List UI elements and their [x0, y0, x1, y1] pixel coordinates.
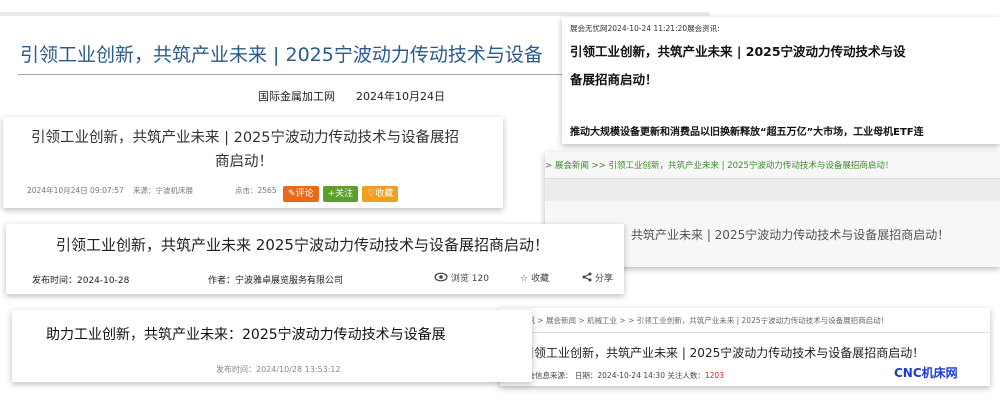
meta-info: 展会信息来源： 日期：2024-10-24 14:30 关注人数： [520, 371, 705, 380]
share-label: 分享 [594, 274, 613, 284]
publish-date: 2024年10月24日 [356, 90, 445, 103]
favorite-action[interactable]: ☆ 收藏 [520, 271, 549, 284]
comment-button[interactable]: ✎评论 [283, 186, 319, 202]
news-header: 展会无忧网2024-10-24 11:21:20展会资讯: [570, 24, 720, 33]
gray-band [545, 179, 1000, 201]
article-card-metalworking: 引领工业创新，共筑产业未来 | 2025宁波动力传动技术与设备 国际金属加工网 … [0, 20, 590, 112]
article-card-zhuli: 助力工业创新，共筑产业未来：2025宁波动力传动技术与设备展 发布时间：2024… [12, 310, 532, 382]
article-title[interactable]: 动！，共筑产业未来 | 2025宁波动力传动技术与设备展招商启动！ [595, 226, 949, 243]
breadcrumb[interactable]: > 展会新闻 >> 引领工业创新，共筑产业未来 | 2025宁波动力传动技术与设… [545, 159, 893, 171]
article-card-cnc: | 展会快讯 > 展会新闻 > 机械工业 > > 引领工业创新，共筑产业未来 |… [500, 308, 990, 386]
views-count: 浏览 120 [450, 274, 489, 284]
heart-icon: ♡ [367, 189, 376, 199]
author: 作者：宁波雅卓展览服务有限公司 [208, 276, 344, 286]
breadcrumb[interactable]: | 展会快讯 > 展会新闻 > 机械工业 > > 引领工业创新，共筑产业未来 |… [500, 315, 888, 326]
article-title[interactable]: 引领工业创新，共筑产业未来 | 2025宁波动力传动技术与设备展招商启动！ [522, 344, 924, 361]
article-card-ningbo-expo: 引领工业创新，共筑产业未来 | 2025宁波动力传动技术与设备展招 商启动！ 2… [3, 117, 503, 208]
article-title-line1[interactable]: 引领工业创新，共筑产业未来 | 2025宁波动力传动技术与设备展招 [31, 126, 459, 147]
plus-icon: + [327, 189, 336, 199]
click-count: 点击：2565 [235, 186, 277, 195]
publish-time: 发布时间：2024-10-28 [32, 276, 130, 286]
article-title[interactable]: 引领工业创新，共筑产业未来 2025宁波动力传动技术与设备展招商启动！ [56, 234, 549, 255]
views: 浏览 120 [434, 271, 489, 285]
article-title[interactable]: 助力工业创新，共筑产业未来：2025宁波动力传动技术与设备展 [46, 324, 446, 344]
article-title-line2[interactable]: 商启动！ [215, 150, 273, 171]
eye-icon [434, 272, 448, 285]
publish-date: 2024年10月24日 09:07:57 [27, 186, 124, 195]
follow-button[interactable]: +关注 [322, 186, 359, 202]
article-title[interactable]: 引领工业创新，共筑产业未来 | 2025宁波动力传动技术与设备 [20, 40, 543, 67]
share-icon [582, 272, 592, 285]
edit-icon: ✎ [288, 189, 296, 199]
site-watermark: CNC机床网 [894, 366, 958, 380]
star-icon: ☆ [520, 274, 529, 284]
favorite-label: 收藏 [530, 274, 549, 284]
related-headline[interactable]: 推动大规模设备更新和消费品以旧换新释放“超五万亿”大市场，工业母机ETF连 [570, 123, 924, 138]
breadcrumb-divider [500, 332, 990, 333]
favorite-button[interactable]: ♡收藏 [362, 186, 399, 202]
article-meta: 展会信息来源： 日期：2024-10-24 14:30 关注人数：1203 [520, 370, 724, 381]
article-card-zhanhui: 展会无忧网2024-10-24 11:21:20展会资讯: 引领工业创新，共筑产… [562, 17, 1000, 144]
source-label: 来源：宁波机床展 [133, 186, 193, 195]
top-strip [0, 12, 710, 16]
article-title-line1[interactable]: 引领工业创新，共筑产业未来 | 2025宁波动力传动技术与设 [570, 41, 906, 60]
article-title-line2[interactable]: 备展招商启动！ [570, 69, 658, 88]
article-card-yazhuo: 引领工业创新，共筑产业未来 2025宁波动力传动技术与设备展招商启动！ 发布时间… [6, 224, 624, 294]
title-divider [18, 74, 590, 75]
follower-count: 1203 [704, 371, 724, 380]
share-action[interactable]: 分享 [582, 271, 613, 285]
action-buttons: ✎评论 +关注 ♡收藏 [279, 181, 399, 202]
publish-time: 发布时间：2024/10/28 13:53:12 [216, 365, 341, 374]
source-name: 国际金属加工网 [258, 90, 335, 103]
